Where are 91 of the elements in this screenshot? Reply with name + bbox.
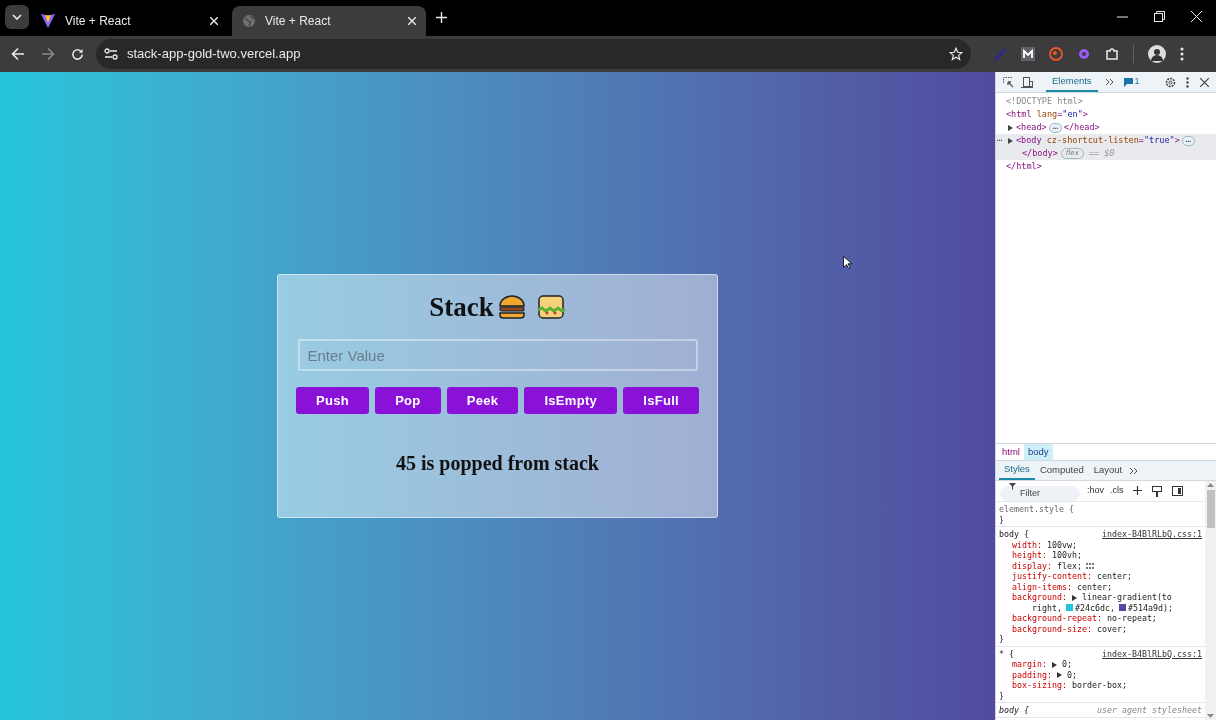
letter-m-icon[interactable] — [1021, 47, 1035, 61]
mouse-cursor-icon — [843, 256, 852, 269]
code-line[interactable]: <head> ⋯ </head> — [996, 121, 1216, 134]
action-button[interactable]: Push — [296, 387, 369, 414]
settings-icon[interactable] — [1165, 76, 1176, 88]
forward-icon[interactable] — [41, 47, 55, 61]
scroll-up-icon[interactable] — [1207, 483, 1214, 487]
action-button[interactable]: Pop — [375, 387, 441, 414]
closing-brace: } — [999, 634, 1005, 645]
styles-tab[interactable]: Computed — [1034, 461, 1089, 480]
color-swatch[interactable] — [1118, 604, 1126, 611]
css-declaration: box-sizing: border-box; — [1011, 680, 1128, 691]
action-button[interactable]: IsFull — [623, 387, 699, 414]
ring-icon[interactable] — [1049, 47, 1063, 61]
css-declaration: height: 100vh; — [1011, 550, 1083, 561]
new-rule-icon[interactable] — [1132, 486, 1143, 496]
browser-tab[interactable]: Vite + React — [30, 6, 228, 36]
hover-marker: ⋯ — [997, 134, 1003, 147]
reload-icon[interactable] — [71, 47, 84, 61]
close-tab-icon[interactable] — [210, 17, 218, 25]
css-declaration: padding: 0; — [1011, 669, 1078, 680]
site-settings-icon[interactable] — [104, 48, 118, 60]
css-declaration: justify-content: center; — [1011, 571, 1133, 582]
new-tab-icon[interactable] — [436, 12, 447, 23]
css-declaration: display: flex; — [999, 560, 1202, 571]
closing-brace: } — [999, 690, 1005, 701]
status-message: 45 is popped from stack — [396, 451, 599, 477]
css-selector: element.style { — [999, 504, 1074, 515]
more-tabs-icon[interactable] — [1129, 466, 1139, 475]
scrollbar[interactable] — [1205, 481, 1216, 720]
filter-icon — [1009, 483, 1016, 490]
css-declaration: background-size: cover; — [1011, 623, 1128, 634]
browser-tab[interactable]: Vite + React — [232, 6, 426, 36]
star-icon[interactable] — [949, 47, 963, 61]
address-bar[interactable]: stack-app-gold-two.vercel.app — [96, 39, 971, 69]
more-options-icon[interactable] — [1186, 76, 1189, 88]
close-tab-icon[interactable] — [408, 17, 416, 25]
filter-field[interactable]: Filter — [1000, 485, 1080, 501]
menu-icon[interactable] — [1180, 47, 1184, 61]
vite-logo-icon — [40, 13, 56, 29]
url-text: stack-app-gold-two.vercel.app — [127, 45, 301, 64]
minimize-icon[interactable] — [1117, 15, 1128, 18]
scrollbar-thumb[interactable] — [1206, 490, 1215, 528]
restore-icon[interactable] — [1154, 11, 1165, 22]
flexbox-editor-icon — [1085, 563, 1094, 569]
back-icon[interactable] — [11, 47, 25, 61]
breadcrumb-item[interactable]: html — [998, 444, 1024, 460]
tab-title: Vite + React — [265, 13, 331, 30]
action-button[interactable]: IsEmpty — [524, 387, 618, 414]
more-tabs-icon[interactable] — [1104, 78, 1114, 86]
stylesheet-link[interactable]: index-B4BlRLbQ.css:1 — [1102, 529, 1202, 540]
css-declaration: width: 100vw; — [1011, 539, 1078, 550]
closing-brace: } — [999, 514, 1005, 525]
filter-toggle[interactable]: .cls — [1110, 484, 1124, 498]
scroll-down-icon[interactable] — [1207, 714, 1214, 718]
breadcrumb-item[interactable]: body — [1023, 444, 1053, 460]
sandwich-icon — [535, 294, 566, 320]
css-declaration: align-items: center; — [1011, 581, 1113, 592]
puzzle-icon[interactable] — [1105, 47, 1119, 61]
code-line[interactable]: <html lang="en"> — [996, 108, 1216, 121]
issues-counter[interactable]: 1 — [1123, 75, 1140, 89]
tab-list-button[interactable] — [5, 5, 29, 29]
message-icon — [1123, 77, 1133, 87]
css-selector: body { — [999, 705, 1029, 716]
filter-toggle[interactable]: :hov — [1087, 484, 1104, 498]
sidebar-toggle-icon[interactable] — [1171, 486, 1183, 496]
expand-arrow-icon — [1071, 594, 1077, 601]
inspect-icon[interactable] — [1003, 76, 1014, 88]
css-declaration: background-repeat: no-repeat; — [1011, 613, 1158, 624]
close-icon[interactable] — [1200, 77, 1209, 87]
avatar-icon[interactable] — [1148, 45, 1166, 63]
code-line[interactable]: <!DOCTYPE html> — [996, 95, 1216, 108]
css-selector: * { — [999, 648, 1014, 659]
stylesheet-link[interactable]: index-B4BlRLbQ.css:1 — [1102, 648, 1202, 659]
code-line[interactable]: </html> — [996, 160, 1216, 173]
burger-icon — [497, 294, 526, 320]
styles-tab[interactable]: Styles — [999, 461, 1035, 480]
globe-icon — [242, 14, 256, 28]
styles-tab[interactable]: Layout — [1088, 461, 1128, 480]
paint-brush-icon[interactable] — [1151, 485, 1162, 497]
chevron-down-icon — [12, 14, 22, 20]
css-selector: body { — [999, 529, 1029, 540]
action-button[interactable]: Peek — [446, 387, 519, 414]
tab-title: Vite + React — [65, 13, 131, 30]
css-declaration: background: linear-gradient(to right, #24c6dc, #514a9d); — [1011, 592, 1174, 613]
color-swatch[interactable] — [1065, 604, 1073, 611]
stylesheet-label: user agent stylesheet — [1097, 705, 1202, 716]
css-declaration: margin: 0; — [1011, 659, 1073, 670]
device-toolbar-icon[interactable] — [1021, 76, 1033, 88]
panel-tab[interactable]: Elements — [1046, 72, 1098, 92]
app-title: Stack — [429, 291, 494, 323]
